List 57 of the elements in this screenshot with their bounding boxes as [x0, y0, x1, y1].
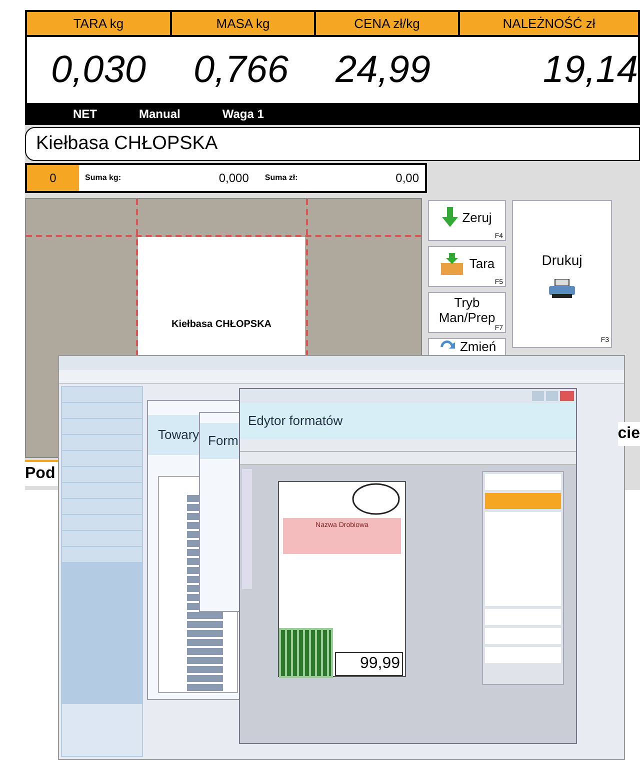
sidebar-item[interactable] — [62, 403, 142, 418]
sum-label: Suma kg: — [85, 172, 122, 184]
sidebar-item[interactable] — [62, 435, 142, 450]
status-text: NET — [73, 106, 97, 123]
window-heading: Edytor formatów — [248, 412, 343, 430]
sum-value: 0,000 — [218, 170, 249, 187]
sidebar-item[interactable] — [62, 515, 142, 530]
window-heading: Form — [208, 432, 238, 450]
price-text: 99,99 — [360, 654, 400, 674]
close-button[interactable] — [560, 391, 574, 401]
box-icon — [439, 252, 466, 274]
table-cell — [187, 657, 223, 664]
down-arrow-icon — [442, 206, 458, 228]
table-cell — [187, 639, 223, 646]
sidebar-item[interactable] — [62, 451, 142, 466]
reading-value: 24,99 — [334, 48, 432, 92]
table-cell — [187, 648, 223, 655]
reading-value: 19,14 — [542, 48, 638, 92]
counter: 0 — [27, 165, 79, 191]
layer-item[interactable] — [485, 647, 561, 663]
bottom-label: Pod — [25, 464, 56, 484]
sum-value: 0,00 — [396, 170, 419, 187]
layer-item[interactable] — [485, 474, 561, 490]
sidebar-item[interactable] — [62, 483, 142, 498]
column-header: CENA zł/kg — [316, 12, 458, 35]
table-cell — [187, 675, 223, 682]
table-cell — [187, 621, 223, 628]
barcode-drawing — [279, 628, 333, 678]
column-header: TARA kg — [27, 12, 170, 35]
sidebar-item[interactable] — [62, 547, 142, 562]
column-header: MASA kg — [172, 12, 314, 35]
column-header: NALEŻNOŚĆ zł — [460, 12, 638, 35]
table-cell — [187, 684, 223, 691]
label-title: Kiełbasa CHŁOPSKA — [171, 318, 272, 332]
status-text: Manual — [139, 106, 180, 123]
sidebar-item[interactable] — [62, 467, 142, 482]
layer-item[interactable] — [485, 609, 561, 625]
side-label: cie — [618, 422, 640, 446]
maximize-button[interactable] — [546, 391, 558, 401]
product-name: Kiełbasa CHŁOPSKA — [36, 132, 218, 156]
ellipse-drawing — [351, 482, 401, 516]
reading-value: 0,766 — [192, 48, 290, 92]
table-cell — [187, 666, 223, 673]
printer-icon — [548, 278, 576, 298]
status-text: Waga 1 — [222, 106, 264, 123]
window-heading: Towary — [158, 426, 200, 444]
sidebar-item[interactable] — [62, 499, 142, 514]
layer-item[interactable] — [485, 628, 561, 644]
table-cell — [187, 630, 223, 637]
sidebar-item[interactable] — [62, 387, 142, 402]
table-cell — [187, 612, 223, 619]
minimize-button[interactable] — [532, 391, 544, 401]
layer-item[interactable] — [485, 493, 561, 509]
sidebar-item[interactable] — [62, 419, 142, 434]
reading-value: 0,030 — [50, 48, 148, 92]
sum-label: Suma zł: — [264, 172, 298, 184]
sidebar-item[interactable] — [62, 531, 142, 546]
